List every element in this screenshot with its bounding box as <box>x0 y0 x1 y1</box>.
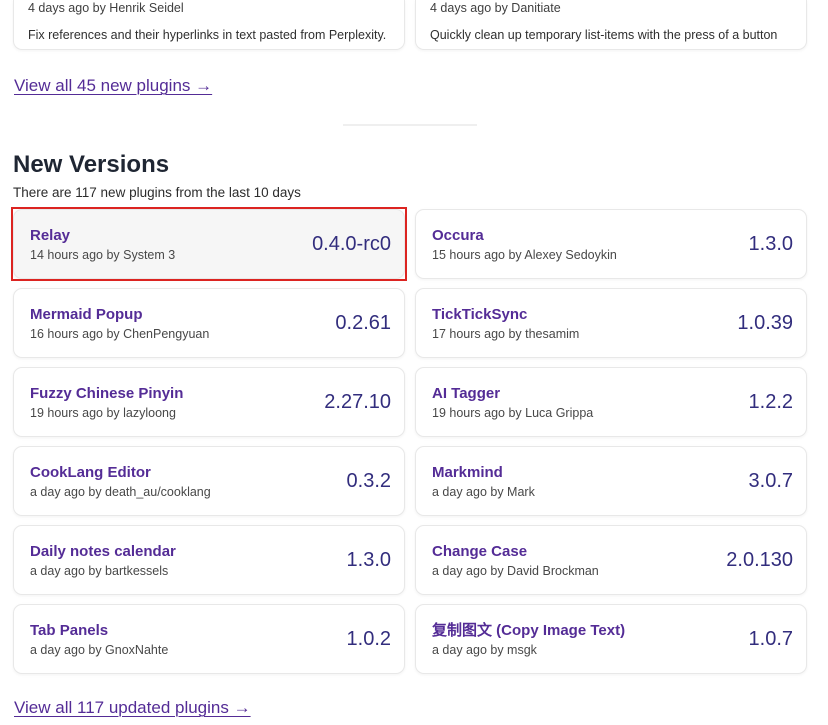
plugin-byline: a day ago by msgk <box>432 643 625 657</box>
plugin-byline: a day ago by death_au/cooklang <box>30 485 211 499</box>
plugin-version: 1.0.2 <box>337 628 391 651</box>
plugin-byline: 14 hours ago by System 3 <box>30 248 175 262</box>
plugin-byline: a day ago by GnoxNahte <box>30 643 168 657</box>
plugin-name: 复制图文 (Copy Image Text) <box>432 622 625 640</box>
plugin-version: 1.3.0 <box>739 233 793 256</box>
plugin-name: Markmind <box>432 464 535 482</box>
plugin-description: Fix references and their hyperlinks in t… <box>28 28 390 42</box>
plugin-name: Fuzzy Chinese Pinyin <box>30 385 183 403</box>
plugin-version: 2.27.10 <box>314 391 391 414</box>
plugin-info: Change Case a day ago by David Brockman <box>432 543 599 578</box>
plugin-version-card[interactable]: Mermaid Popup 16 hours ago by ChenPengyu… <box>13 288 405 358</box>
plugin-name: TickTickSync <box>432 306 579 324</box>
plugin-version-card[interactable]: Fuzzy Chinese Pinyin 19 hours ago by laz… <box>13 367 405 437</box>
plugin-name: Daily notes calendar <box>30 543 176 561</box>
plugin-version: 1.0.7 <box>739 628 793 651</box>
plugin-version: 1.0.39 <box>727 312 793 335</box>
plugin-name: AI Tagger <box>432 385 593 403</box>
plugin-info: Tab Panels a day ago by GnoxNahte <box>30 622 168 657</box>
plugin-name: Change Case <box>432 543 599 561</box>
view-all-updated-plugins-link[interactable]: View all 117 updated plugins → <box>14 698 251 718</box>
plugin-version-card[interactable]: AI Tagger 19 hours ago by Luca Grippa 1.… <box>415 367 807 437</box>
view-all-new-plugins-link[interactable]: View all 45 new plugins → <box>14 76 212 96</box>
plugin-info: Markmind a day ago by Mark <box>432 464 535 499</box>
plugin-byline: 19 hours ago by lazyloong <box>30 406 183 420</box>
plugin-version-card[interactable]: Tab Panels a day ago by GnoxNahte 1.0.2 <box>13 604 405 674</box>
plugin-version: 0.3.2 <box>337 470 391 493</box>
plugin-name: Occura <box>432 227 617 245</box>
plugin-info: AI Tagger 19 hours ago by Luca Grippa <box>432 385 593 420</box>
new-versions-heading: New Versions <box>13 150 807 180</box>
plugin-version: 1.2.2 <box>739 391 793 414</box>
plugin-name: Mermaid Popup <box>30 306 209 324</box>
plugin-name: Relay <box>30 227 175 245</box>
new-plugins-grid: 4 days ago by Henrik Seidel Fix referenc… <box>13 0 807 50</box>
plugin-version-card[interactable]: Change Case a day ago by David Brockman … <box>415 525 807 595</box>
plugin-byline: a day ago by David Brockman <box>432 564 599 578</box>
plugin-info: CookLang Editor a day ago by death_au/co… <box>30 464 211 499</box>
plugin-name: CookLang Editor <box>30 464 211 482</box>
plugin-info: Daily notes calendar a day ago by bartke… <box>30 543 176 578</box>
plugin-version: 2.0.130 <box>716 549 793 572</box>
new-versions-subtitle: There are 117 new plugins from the last … <box>13 185 807 201</box>
plugin-byline: 19 hours ago by Luca Grippa <box>432 406 593 420</box>
plugin-byline: 4 days ago by Danitiate <box>430 1 792 15</box>
section-divider <box>343 124 477 126</box>
plugin-name: Tab Panels <box>30 622 168 640</box>
plugin-info: Relay 14 hours ago by System 3 <box>30 227 175 262</box>
plugin-info: Mermaid Popup 16 hours ago by ChenPengyu… <box>30 306 209 341</box>
plugin-info: Occura 15 hours ago by Alexey Sedoykin <box>432 227 617 262</box>
plugin-description: Quickly clean up temporary list-items wi… <box>430 28 792 42</box>
new-plugin-card[interactable]: 4 days ago by Henrik Seidel Fix referenc… <box>13 0 405 50</box>
plugin-version: 1.3.0 <box>337 549 391 572</box>
plugin-info: Fuzzy Chinese Pinyin 19 hours ago by laz… <box>30 385 183 420</box>
new-plugin-card[interactable]: 4 days ago by Danitiate Quickly clean up… <box>415 0 807 50</box>
plugin-byline: 17 hours ago by thesamim <box>432 327 579 341</box>
plugin-info: TickTickSync 17 hours ago by thesamim <box>432 306 579 341</box>
plugin-byline: 4 days ago by Henrik Seidel <box>28 1 390 15</box>
plugin-version-card[interactable]: 复制图文 (Copy Image Text) a day ago by msgk… <box>415 604 807 674</box>
plugin-version-card[interactable]: Occura 15 hours ago by Alexey Sedoykin 1… <box>415 209 807 279</box>
plugin-version-card[interactable]: CookLang Editor a day ago by death_au/co… <box>13 446 405 516</box>
page: 4 days ago by Henrik Seidel Fix referenc… <box>0 0 828 718</box>
new-versions-grid: Relay 14 hours ago by System 3 0.4.0-rc0… <box>13 209 807 674</box>
plugin-byline: a day ago by bartkessels <box>30 564 176 578</box>
plugin-version-card[interactable]: Relay 14 hours ago by System 3 0.4.0-rc0 <box>13 209 405 279</box>
plugin-byline: 15 hours ago by Alexey Sedoykin <box>432 248 617 262</box>
plugin-version: 0.2.61 <box>325 312 391 335</box>
plugin-version: 0.4.0-rc0 <box>302 233 391 256</box>
plugin-version-card[interactable]: Daily notes calendar a day ago by bartke… <box>13 525 405 595</box>
plugin-byline: 16 hours ago by ChenPengyuan <box>30 327 209 341</box>
plugin-version: 3.0.7 <box>739 470 793 493</box>
plugin-info: 复制图文 (Copy Image Text) a day ago by msgk <box>432 622 625 657</box>
plugin-version-card[interactable]: Markmind a day ago by Mark 3.0.7 <box>415 446 807 516</box>
plugin-byline: a day ago by Mark <box>432 485 535 499</box>
plugin-version-card[interactable]: TickTickSync 17 hours ago by thesamim 1.… <box>415 288 807 358</box>
